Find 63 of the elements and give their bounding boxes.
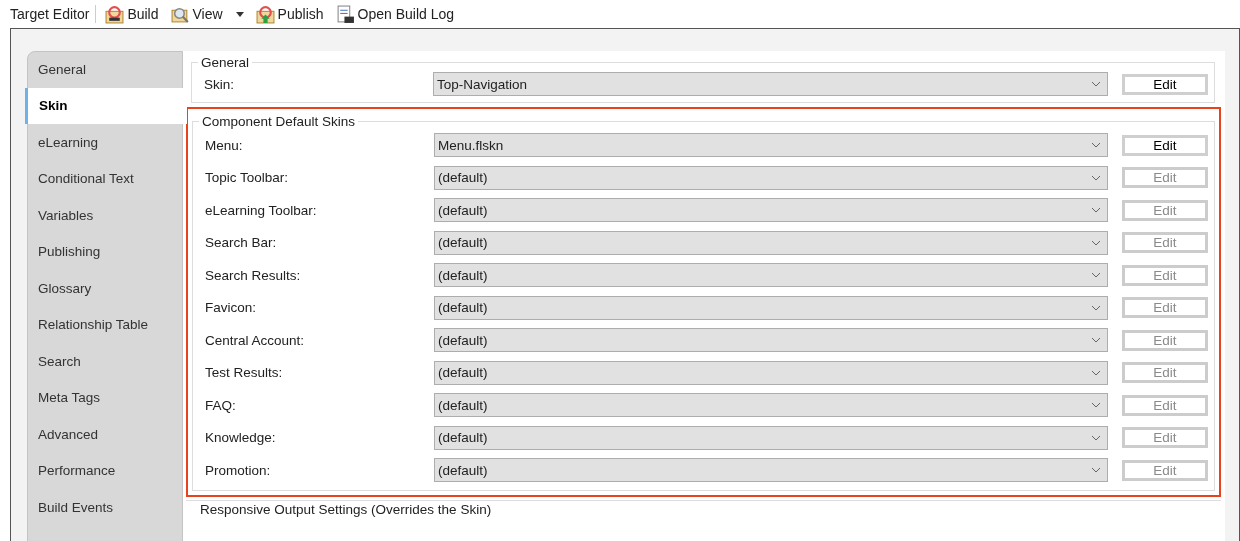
edit-button[interactable]: Edit xyxy=(1122,73,1208,95)
chevron-down-icon xyxy=(1091,304,1101,311)
dropdown-field[interactable]: (default) xyxy=(434,263,1108,288)
dropdown-field[interactable]: (default) xyxy=(434,425,1108,450)
field-label: Search Results: xyxy=(205,267,302,283)
side-tab[interactable]: Skin xyxy=(25,87,187,124)
side-tab[interactable]: Conditional Text xyxy=(25,160,183,197)
dropdown-field[interactable]: (default) xyxy=(434,458,1108,483)
field-label: Search Bar: xyxy=(205,235,278,251)
toolbar-button[interactable]: Publish xyxy=(252,4,327,24)
field-label: Promotion: xyxy=(205,462,272,478)
field-label: Skin: xyxy=(204,76,235,92)
side-tab[interactable]: Performance xyxy=(25,452,183,489)
chevron-down-icon xyxy=(1091,207,1101,214)
dropdown-field[interactable]: (default) xyxy=(434,360,1108,385)
group-title: General xyxy=(200,55,251,70)
target-icon xyxy=(105,4,125,24)
chevron-down-icon xyxy=(1091,272,1101,279)
caret-icon xyxy=(235,11,244,17)
field-label: Central Account: xyxy=(205,332,306,348)
dropdown-field[interactable]: Top-Navigation xyxy=(433,72,1108,96)
chevron-down-icon xyxy=(1091,142,1101,149)
side-tab[interactable]: Relationship Table xyxy=(25,306,183,343)
field-label: Topic Toolbar: xyxy=(205,170,290,186)
dropdown-field[interactable]: (default) xyxy=(434,165,1108,190)
field-label: Knowledge: xyxy=(205,430,277,446)
chevron-down-icon xyxy=(1091,434,1101,441)
dropdown-field[interactable]: (default) xyxy=(434,230,1108,255)
side-tab[interactable]: Advanced xyxy=(25,416,183,453)
side-tab[interactable]: Glossary xyxy=(25,270,183,307)
chevron-down-icon xyxy=(1091,239,1101,246)
field-label: Test Results: xyxy=(205,365,284,381)
side-tab[interactable]: Variables xyxy=(25,197,183,234)
toolbar-button[interactable]: Build xyxy=(102,4,162,24)
upload-icon xyxy=(255,4,275,24)
side-tab[interactable]: Meta Tags xyxy=(25,379,183,416)
dropdown-field[interactable]: (default) xyxy=(434,295,1108,320)
chevron-down-icon xyxy=(1091,402,1101,409)
toolbar-button[interactable]: View xyxy=(167,4,247,24)
side-tab[interactable]: eLearning xyxy=(25,124,183,161)
editor-title: Target Editor xyxy=(10,6,90,22)
toolbar-button[interactable]: Open Build Log xyxy=(332,4,458,24)
field-label: eLearning Toolbar: xyxy=(205,202,318,218)
side-tab[interactable]: Search xyxy=(25,343,183,380)
chevron-down-icon xyxy=(1091,81,1101,87)
side-tab[interactable]: Build Events xyxy=(25,489,183,526)
side-tab[interactable]: Publishing xyxy=(25,233,183,270)
field-label: Favicon: xyxy=(205,300,258,316)
group-title: Component Default Skins xyxy=(201,114,357,129)
dropdown-field[interactable]: (default) xyxy=(434,393,1108,418)
chevron-down-icon xyxy=(1091,467,1101,474)
chevron-down-icon xyxy=(1091,369,1101,376)
field-label: Menu: xyxy=(205,137,244,153)
dropdown-field[interactable]: (default) xyxy=(434,198,1108,223)
side-tab[interactable]: General xyxy=(25,51,183,88)
dropdown-field[interactable]: Menu.flskn xyxy=(434,133,1108,158)
dropdown-field[interactable]: (default) xyxy=(434,328,1108,353)
chevron-down-icon xyxy=(1091,174,1101,181)
edit-button[interactable]: Edit xyxy=(1122,134,1208,156)
document-icon xyxy=(335,4,355,24)
group-title: Responsive Output Settings (Overrides the Skin) xyxy=(200,501,492,517)
chevron-down-icon xyxy=(1091,337,1101,344)
field-label: FAQ: xyxy=(205,397,237,413)
